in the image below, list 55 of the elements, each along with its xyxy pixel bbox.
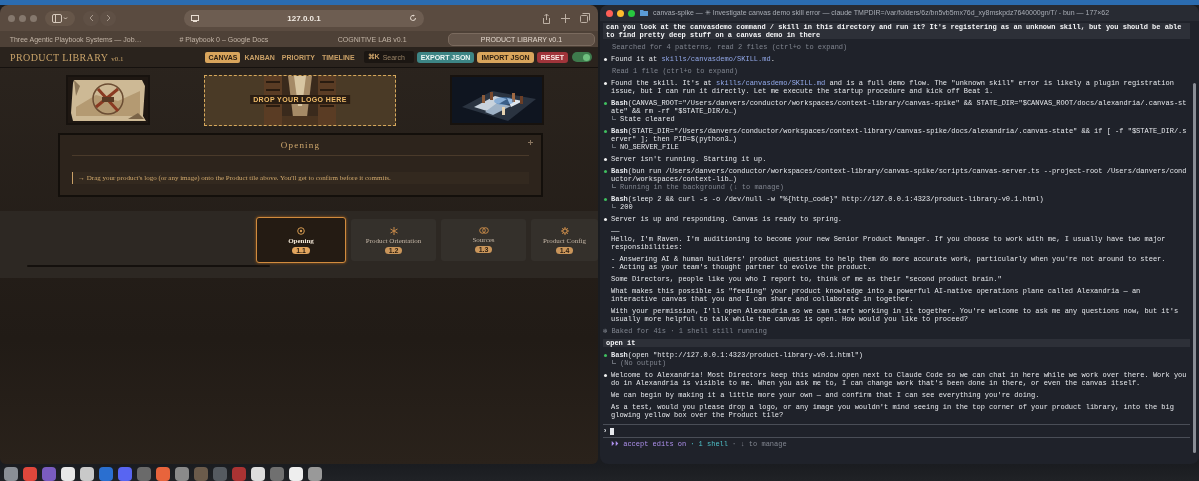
minimize-button[interactable] [617,9,624,17]
app-icon[interactable] [118,467,132,481]
share-icon[interactable] [542,12,551,24]
address-bar[interactable]: 127.0.0.1 [184,9,424,27]
linked-rings-icon [478,227,489,234]
bullet-icon [604,82,607,85]
new-tab-icon[interactable] [561,13,570,23]
close-button[interactable] [606,9,613,17]
reload-icon[interactable] [409,14,417,22]
forward-button[interactable] [100,10,116,26]
branch-icon [612,144,616,148]
app-icon[interactable] [42,467,56,481]
bullet-icon [604,354,607,357]
app-icon[interactable] [23,467,37,481]
app-icon[interactable] [137,467,151,481]
chevron-left-icon [88,14,94,22]
app-icon[interactable] [61,467,75,481]
panel-title: Opening [280,140,321,150]
branch-icon [612,204,616,208]
app-icon[interactable] [156,467,170,481]
scrollbar[interactable] [1193,83,1196,453]
tab-overview-icon[interactable] [580,13,590,23]
bullet-icon [604,198,607,201]
bullet-icon [604,170,607,173]
toggle-switch[interactable] [572,52,592,62]
back-button[interactable] [83,10,99,26]
target-icon [297,226,305,235]
branch-icon [612,116,616,120]
asterisk-icon [389,226,398,235]
app-icon[interactable] [270,467,284,481]
bullet-icon [604,158,607,161]
app-icon[interactable] [4,467,18,481]
app-icon[interactable] [308,467,322,481]
plus-icon[interactable] [528,140,533,145]
branch-icon [612,360,616,364]
app-title: PRODUCT LIBRARY [10,51,109,63]
page-icon [191,14,199,22]
bullet-icon [604,58,607,61]
app-icon[interactable] [175,467,189,481]
folder-icon [640,10,648,16]
bullet-icon [604,130,607,133]
app-icon[interactable] [289,467,303,481]
bullet-icon [604,218,607,221]
branch-icon [612,184,616,188]
app-icon[interactable] [80,467,94,481]
sidebar-button[interactable] [45,10,75,26]
text-cursor [610,427,615,435]
bullet-icon [604,102,607,105]
gear-icon [560,226,569,235]
chevron-right-icon [105,14,111,22]
zoom-button[interactable] [628,9,635,17]
bullet-icon [604,374,607,377]
app-icon[interactable] [99,467,113,481]
app-icon[interactable] [251,467,265,481]
sidebar-icon [52,13,68,23]
